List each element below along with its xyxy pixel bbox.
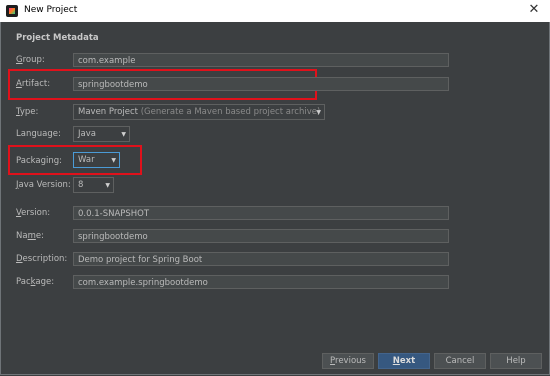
type-hint: (Generate a Maven based project archive) bbox=[140, 107, 321, 117]
close-icon[interactable]: ✕ bbox=[526, 2, 542, 18]
packaging-value: War bbox=[78, 155, 95, 165]
version-field[interactable]: 0.0.1-SNAPSHOT bbox=[73, 206, 449, 220]
help-button[interactable]: Help bbox=[490, 353, 542, 369]
title-bar: New Project ✕ bbox=[0, 0, 550, 22]
type-label: Type: bbox=[16, 107, 39, 117]
name-field[interactable]: springbootdemo bbox=[73, 229, 449, 243]
chevron-down-icon: ▼ bbox=[121, 131, 126, 138]
java-version-dropdown[interactable]: 8 ▼ bbox=[73, 177, 114, 193]
java-version-label: Java Version: bbox=[16, 180, 71, 190]
package-label: Package: bbox=[16, 277, 55, 287]
description-field[interactable]: Demo project for Spring Boot bbox=[73, 252, 449, 266]
packaging-dropdown[interactable]: War ▼ bbox=[73, 152, 120, 168]
cancel-button[interactable]: Cancel bbox=[434, 353, 486, 369]
chevron-down-icon: ▼ bbox=[105, 182, 110, 189]
type-value: Maven Project bbox=[78, 107, 138, 117]
previous-button[interactable]: Previous bbox=[322, 353, 374, 369]
chevron-down-icon: ▼ bbox=[111, 157, 116, 164]
package-field[interactable]: com.example.springbootdemo bbox=[73, 275, 449, 289]
language-value: Java bbox=[78, 129, 96, 139]
artifact-label: Artifact: bbox=[16, 79, 51, 89]
packaging-label: Packaging: bbox=[16, 156, 63, 166]
name-label: Name: bbox=[16, 231, 44, 241]
chevron-down-icon: ▼ bbox=[316, 109, 321, 116]
language-label: Language: bbox=[16, 129, 61, 139]
description-label: Description: bbox=[16, 254, 68, 264]
window-title: New Project bbox=[24, 5, 78, 15]
section-title: Project Metadata bbox=[16, 33, 99, 43]
type-dropdown[interactable]: Maven Project (Generate a Maven based pr… bbox=[73, 104, 325, 120]
next-button[interactable]: Next bbox=[378, 353, 430, 369]
artifact-field[interactable]: springbootdemo bbox=[73, 77, 449, 91]
java-version-value: 8 bbox=[78, 180, 84, 190]
intellij-app-icon bbox=[6, 5, 18, 17]
language-dropdown[interactable]: Java ▼ bbox=[73, 126, 130, 142]
group-field[interactable]: com.example bbox=[73, 53, 449, 67]
version-label: Version: bbox=[16, 208, 51, 218]
group-label: Group: bbox=[16, 55, 45, 65]
